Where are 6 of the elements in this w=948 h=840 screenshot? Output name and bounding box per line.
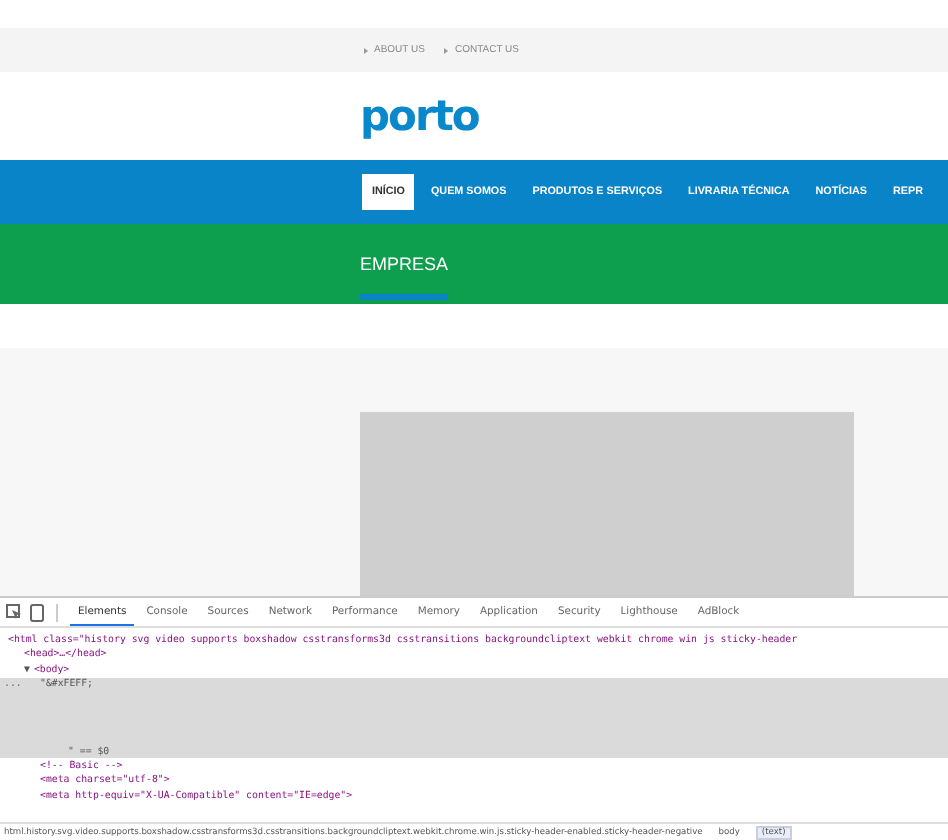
page-title: EMPRESA (360, 254, 449, 300)
caret-icon (444, 47, 449, 53)
caret-icon (364, 47, 368, 53)
device-icon[interactable] (30, 603, 44, 621)
inspect-icon[interactable] (6, 604, 22, 620)
logo[interactable]: porto (360, 92, 479, 140)
